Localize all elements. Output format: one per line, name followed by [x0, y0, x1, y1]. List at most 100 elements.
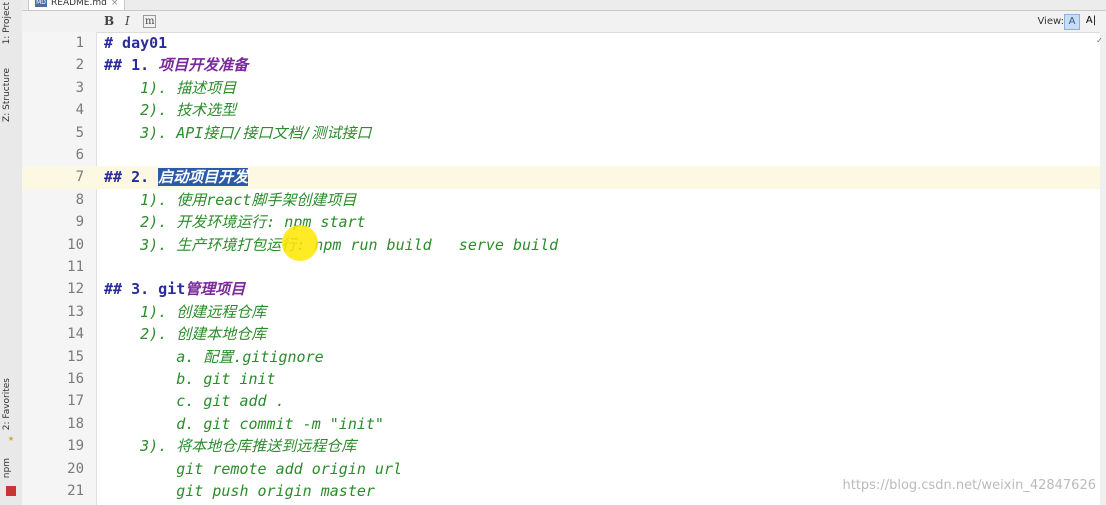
line-number: 21	[67, 483, 84, 499]
code-text: git push origin master	[104, 480, 375, 502]
code-text: ## 3. git管理项目	[104, 278, 245, 300]
code-text: 1). 使用react脚手架创建项目	[104, 189, 356, 211]
md-file-icon: MD	[35, 0, 47, 7]
code-text: 1). 描述项目	[104, 77, 236, 99]
code-line[interactable]: 4 2). 技术选型	[22, 99, 1106, 121]
structure-tab-label: Z: Structure	[2, 68, 12, 122]
line-number: 15	[67, 348, 84, 365]
code-line[interactable]: 19 3). 将本地仓库推送到远程仓库	[22, 435, 1106, 457]
code-segment: 2).	[104, 325, 177, 344]
italic-button[interactable]: I	[125, 14, 130, 28]
code-text: 3). API接口/接口文档/测试接口	[104, 122, 371, 144]
code-segment: 2).	[104, 213, 177, 232]
watermark: https://blog.csdn.net/weixin_42847626	[842, 478, 1096, 493]
code-line[interactable]: 7 ## 2. 启动项目开发	[22, 166, 1106, 189]
code-line[interactable]: 16 b. git init	[22, 368, 1106, 390]
favorites-tool-tab[interactable]: 2: Favorites ★	[2, 378, 20, 446]
code-line[interactable]: 1 # day01	[22, 32, 1106, 54]
code-segment: 1).	[104, 190, 177, 209]
line-number: 6	[75, 147, 84, 163]
code-line[interactable]: 9 2). 开发环境运行: npm start	[22, 211, 1106, 233]
code-segment: git push origin master	[104, 482, 375, 500]
favorites-tab-label: 2: Favorites	[2, 378, 12, 431]
npm-icon	[6, 486, 16, 496]
code-line[interactable]: 13 1). 创建远程仓库	[22, 301, 1106, 323]
code-segment: 将本地仓库推送到远程仓库	[176, 437, 357, 456]
line-number: 13	[67, 303, 84, 320]
code-segment: 1).	[104, 302, 177, 321]
readme-file-tab[interactable]: MD README.md ×	[28, 0, 126, 11]
editor-tab-bar: MD README.md ×	[22, 0, 1106, 11]
right-marker-strip	[1100, 32, 1106, 505]
code-line[interactable]: 8 1). 使用react脚手架创建项目	[22, 189, 1106, 211]
code-segment: 技术选型	[176, 101, 237, 120]
view-editor-only-button[interactable]: A	[1064, 14, 1080, 30]
structure-tool-tab[interactable]: Z: Structure	[2, 68, 20, 138]
code-line[interactable]: 2 ## 1. 项目开发准备	[22, 54, 1106, 76]
line-number: 17	[67, 393, 84, 410]
code-segment: 启动项目开发	[158, 168, 249, 187]
bold-button[interactable]: B	[104, 14, 114, 28]
line-number: 11	[67, 259, 84, 275]
code-line[interactable]: 6	[22, 144, 1106, 166]
code-segment: c. git add .	[104, 392, 285, 411]
code-text: 3). 生产环境打包运行: npm run build serve build	[104, 234, 558, 256]
code-text: d. git commit -m "init"	[104, 413, 384, 435]
code-text: 2). 创建本地仓库	[104, 323, 266, 345]
view-split-button[interactable]: A|	[1084, 14, 1098, 28]
code-segment: 生产环境打包运行: npm run build serve build	[176, 235, 559, 254]
code-text: 3). 将本地仓库推送到远程仓库	[104, 435, 356, 457]
line-number: 20	[67, 460, 84, 477]
code-line[interactable]: 3 1). 描述项目	[22, 77, 1106, 99]
code-segment: ## 3. git	[104, 280, 186, 299]
npm-tool-tab[interactable]: npm	[2, 458, 20, 498]
code-line[interactable]: 5 3). API接口/接口文档/测试接口	[22, 122, 1106, 144]
code-segment: ## 2.	[104, 168, 159, 187]
line-number: 9	[75, 214, 84, 231]
line-number: 5	[75, 124, 84, 141]
line-number: 3	[75, 79, 84, 96]
code-segment: 创建本地仓库	[176, 325, 267, 344]
code-line[interactable]: 15 a. 配置.gitignore	[22, 346, 1106, 368]
project-tool-tab[interactable]: 1: Project	[2, 2, 20, 52]
code-segment: 使用react脚手架创建项目	[176, 190, 357, 209]
markdown-toolbar: B I m View: A A|	[22, 11, 1106, 33]
code-segment: 描述项目	[176, 78, 237, 97]
close-icon[interactable]: ×	[111, 0, 119, 8]
code-segment: 项目开发准备	[158, 56, 249, 75]
line-number: 1	[75, 35, 84, 51]
code-line[interactable]: 12 ## 3. git管理项目	[22, 278, 1106, 300]
code-text: ## 1. 项目开发准备	[104, 54, 248, 76]
code-line[interactable]: 10 3). 生产环境打包运行: npm run build serve bui…	[22, 234, 1106, 256]
line-number: 8	[75, 191, 84, 208]
code-segment: 配置.gitignore	[203, 347, 324, 366]
code-segment: 2).	[104, 101, 177, 120]
code-text: git remote add origin url	[104, 458, 402, 480]
project-tab-label: 1: Project	[2, 2, 12, 45]
check-icon: ✓	[1096, 36, 1102, 46]
code-text: 2). 技术选型	[104, 99, 236, 121]
line-number: 4	[75, 102, 84, 119]
left-tool-strip: 1: Project Z: Structure 2: Favorites ★ n…	[0, 0, 23, 505]
npm-tab-label: npm	[2, 458, 12, 479]
line-number: 10	[67, 236, 84, 253]
code-segment: ## 1.	[104, 56, 159, 75]
code-segment: 1).	[104, 78, 177, 97]
code-segment: a.	[104, 347, 204, 366]
code-line[interactable]: 17 c. git add .	[22, 390, 1106, 412]
code-segment: d. git commit -m "init"	[104, 414, 384, 433]
code-segment: 开发环境运行: npm start	[176, 213, 366, 232]
line-number: 16	[67, 371, 84, 387]
code-segment: 创建远程仓库	[176, 302, 267, 321]
code-segment: 接口/接口文档/测试接口	[203, 123, 372, 142]
code-line[interactable]: 18 d. git commit -m "init"	[22, 413, 1106, 435]
line-number: 2	[75, 57, 84, 74]
code-line[interactable]: 14 2). 创建本地仓库	[22, 323, 1106, 345]
line-number: 7	[75, 169, 84, 186]
code-segment: 3). API	[104, 123, 204, 142]
code-button[interactable]: m	[143, 15, 157, 28]
code-line[interactable]: 11	[22, 256, 1106, 278]
file-tab-label: README.md	[51, 0, 107, 8]
code-segment: 管理项目	[185, 280, 246, 299]
code-line[interactable]: 20 git remote add origin url	[22, 458, 1106, 480]
